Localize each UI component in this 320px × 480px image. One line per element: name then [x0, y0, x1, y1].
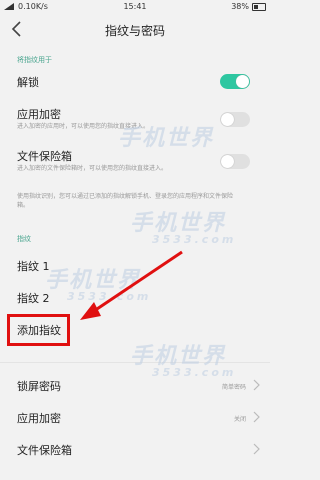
- pointer-arrow-icon: [80, 250, 183, 320]
